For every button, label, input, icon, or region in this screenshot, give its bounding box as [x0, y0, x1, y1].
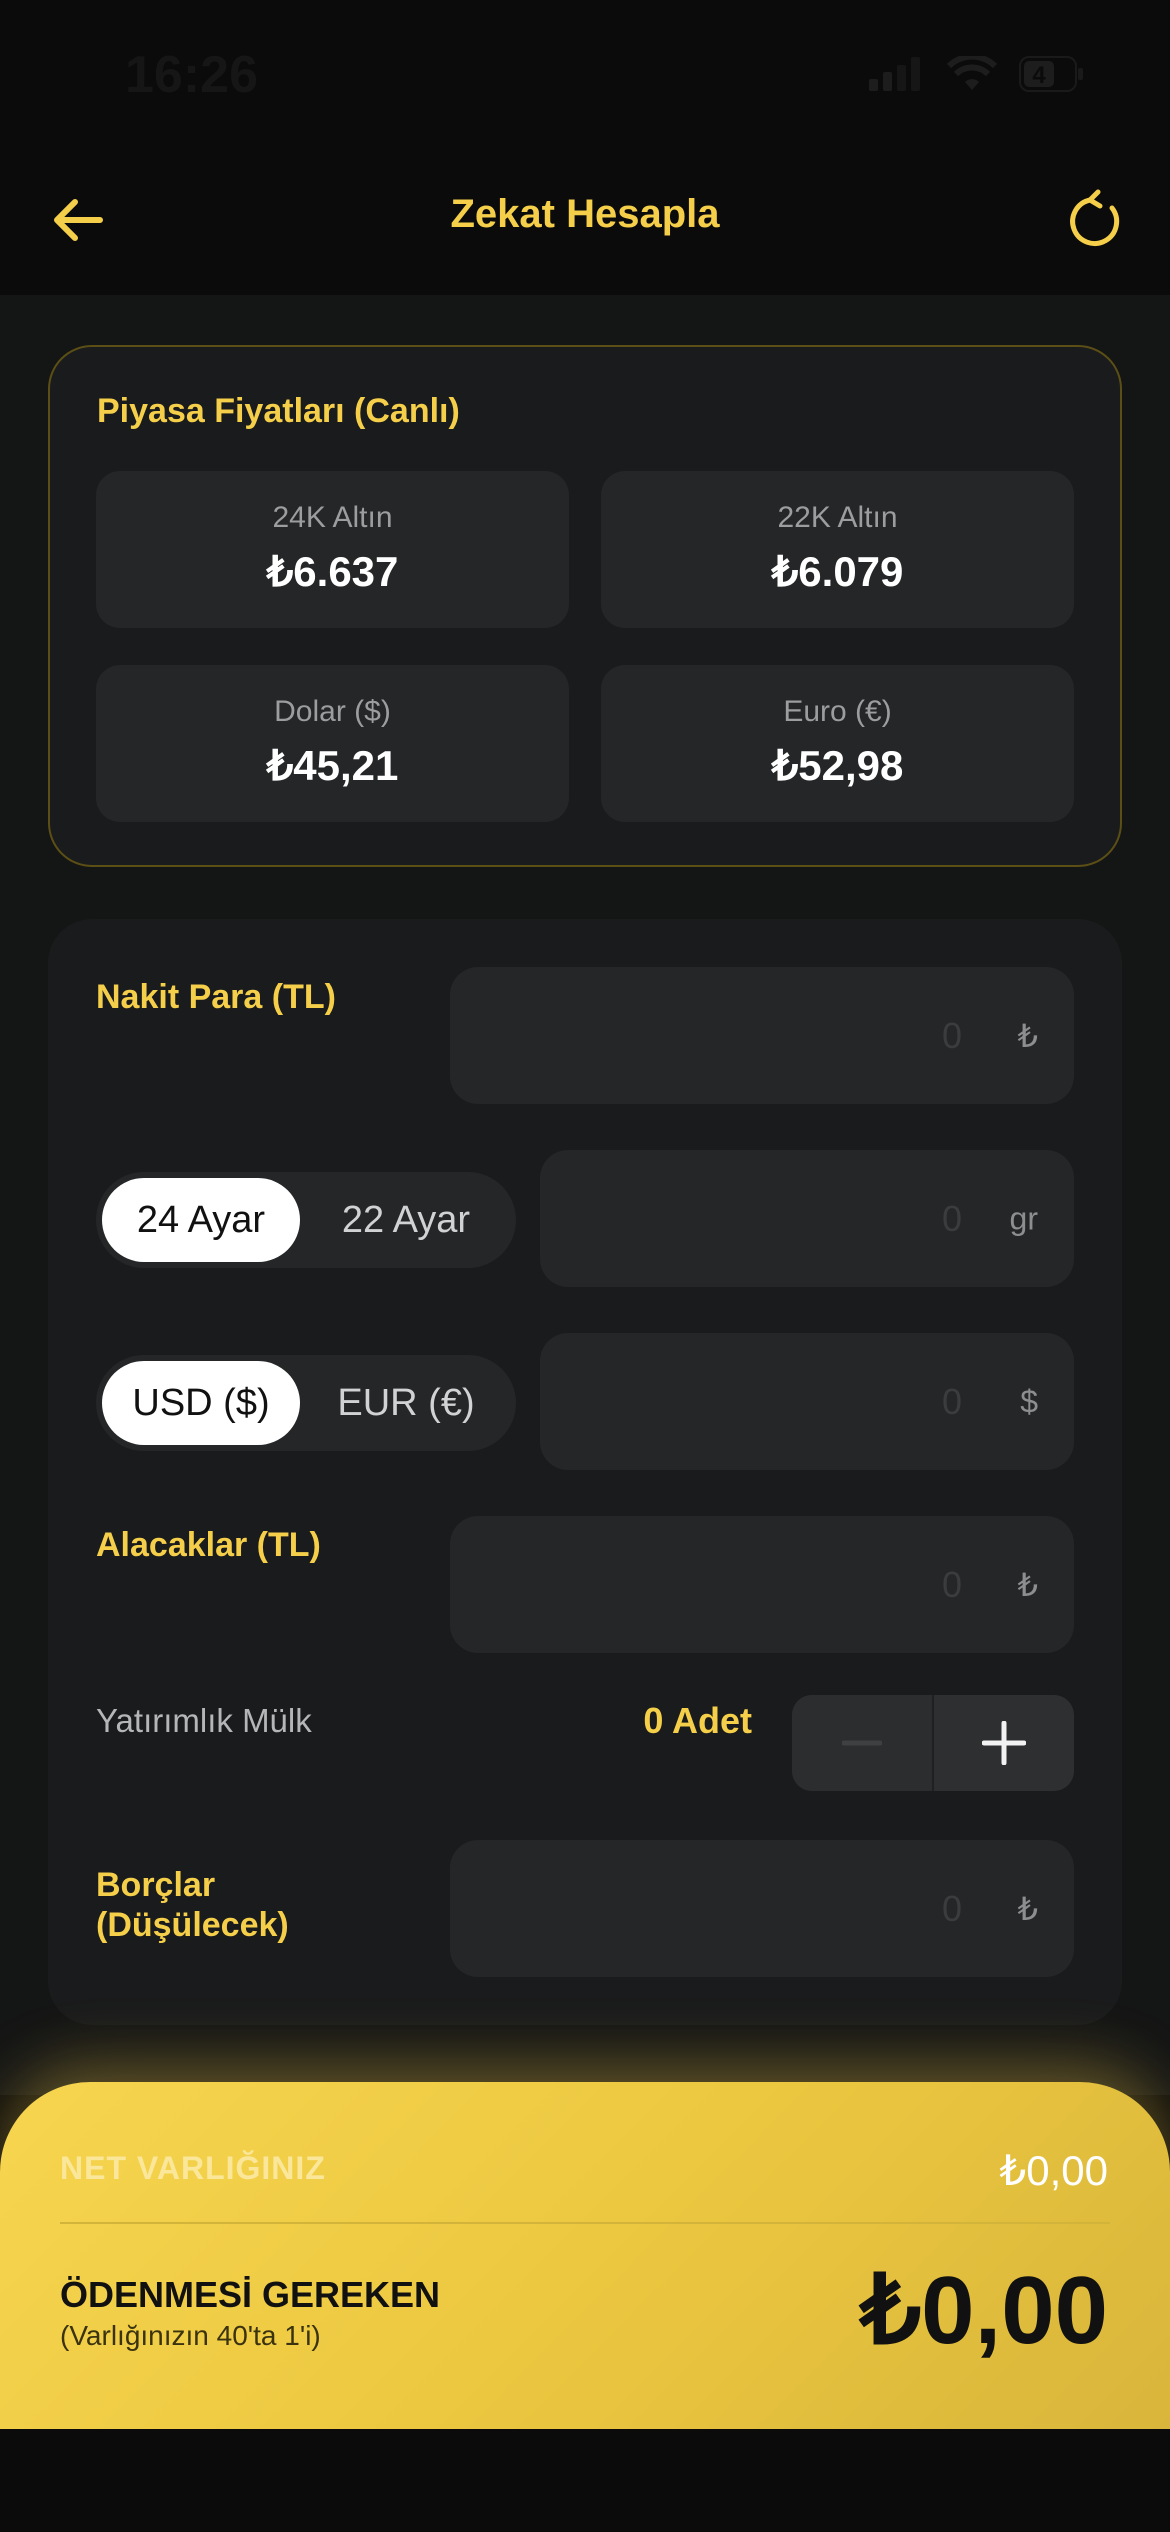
wifi-icon	[947, 56, 997, 90]
price-label: 22K Altın	[777, 501, 898, 534]
price-value: ₺6.079	[771, 548, 904, 595]
eur-option[interactable]: EUR (€)	[302, 1361, 510, 1445]
gold-grams-input[interactable]: 0 gr	[540, 1150, 1074, 1287]
battery-icon: 4	[1019, 56, 1083, 92]
debts-label-line1: Borçlar	[96, 1866, 216, 1904]
price-value: ₺6.637	[266, 548, 399, 595]
summary-divider	[60, 2222, 1110, 2224]
increment-button[interactable]	[934, 1695, 1074, 1791]
gram-unit: gr	[1009, 1200, 1038, 1236]
zakat-form-card: Nakit Para (TL) 0 ₺ 24 Ayar 22 Ayar 0 gr…	[48, 919, 1122, 2025]
receivables-input[interactable]: 0 ₺	[450, 1516, 1074, 1653]
property-stepper	[792, 1695, 1074, 1791]
price-tile-euro: Euro (€) ₺52,98	[601, 665, 1074, 822]
gold-karat-toggle: 24 Ayar 22 Ayar	[96, 1172, 516, 1268]
gold-24k-option[interactable]: 24 Ayar	[102, 1178, 300, 1262]
cash-label: Nakit Para (TL)	[96, 978, 336, 1016]
price-label: Dolar ($)	[274, 695, 391, 728]
price-label: 24K Altın	[272, 501, 393, 534]
market-prices-title: Piyasa Fiyatları (Canlı)	[97, 392, 460, 430]
status-icons: 4	[869, 56, 1085, 92]
usd-option[interactable]: USD ($)	[102, 1361, 300, 1445]
decrement-button[interactable]	[792, 1695, 932, 1791]
dollar-unit: $	[1020, 1383, 1038, 1419]
main-content: Piyasa Fiyatları (Canlı) 24K Altın ₺6.63…	[0, 295, 1170, 2095]
signal-icon	[869, 57, 920, 91]
battery-level: 4	[1032, 62, 1046, 89]
status-time: 16:26	[125, 46, 258, 104]
lira-unit: ₺	[1017, 1566, 1038, 1603]
refresh-button[interactable]	[1060, 188, 1128, 256]
net-assets-label: NET VARLIĞINIZ	[60, 2150, 326, 2186]
currency-amount-input[interactable]: 0 $	[540, 1333, 1074, 1470]
debts-label-line2: (Düşülecek)	[96, 1906, 289, 1944]
price-tile-gold-22k: 22K Altın ₺6.079	[601, 471, 1074, 628]
zakat-due-subtitle: (Varlığınızın 40'ta 1'i)	[60, 2320, 321, 2351]
receivables-label: Alacaklar (TL)	[96, 1526, 321, 1564]
receivables-input-value: 0	[941, 1563, 962, 1605]
minus-icon	[842, 1740, 882, 1746]
summary-panel: NET VARLIĞINIZ ₺0,00 ÖDENMESİ GEREKEN (V…	[0, 2082, 1170, 2429]
market-prices-card: Piyasa Fiyatları (Canlı) 24K Altın ₺6.63…	[48, 345, 1122, 867]
currency-toggle: USD ($) EUR (€)	[96, 1355, 516, 1451]
status-bar: 16:26 4	[0, 0, 1170, 150]
gold-input-value: 0	[941, 1197, 962, 1239]
cash-input-value: 0	[941, 1014, 962, 1056]
currency-input-value: 0	[941, 1380, 962, 1422]
price-tile-gold-24k: 24K Altın ₺6.637	[96, 471, 569, 628]
gold-22k-option[interactable]: 22 Ayar	[302, 1178, 510, 1262]
price-tile-dollar: Dolar ($) ₺45,21	[96, 665, 569, 822]
zakat-due-value: ₺0,00	[860, 2257, 1108, 2364]
cash-input[interactable]: 0 ₺	[450, 967, 1074, 1104]
bottom-safe-area	[0, 2429, 1170, 2532]
debts-label: Borçlar (Düşülecek)	[96, 1865, 289, 1945]
plus-icon	[982, 1721, 1026, 1765]
property-count: 0 Adet	[643, 1700, 752, 1741]
lira-unit: ₺	[1017, 1890, 1038, 1927]
lira-unit: ₺	[1017, 1017, 1038, 1054]
price-value: ₺45,21	[266, 742, 399, 789]
page-title: Zekat Hesapla	[450, 192, 720, 236]
price-value: ₺52,98	[771, 742, 904, 789]
price-label: Euro (€)	[783, 695, 892, 728]
debts-input[interactable]: 0 ₺	[450, 1840, 1074, 1977]
zakat-due-label: ÖDENMESİ GEREKEN	[60, 2274, 441, 2315]
refresh-icon	[1070, 189, 1120, 246]
debts-input-value: 0	[941, 1887, 962, 1929]
app-header: Zekat Hesapla	[0, 150, 1170, 295]
property-label: Yatırımlık Mülk	[96, 1702, 312, 1739]
net-assets-value: ₺0,00	[999, 2147, 1108, 2194]
